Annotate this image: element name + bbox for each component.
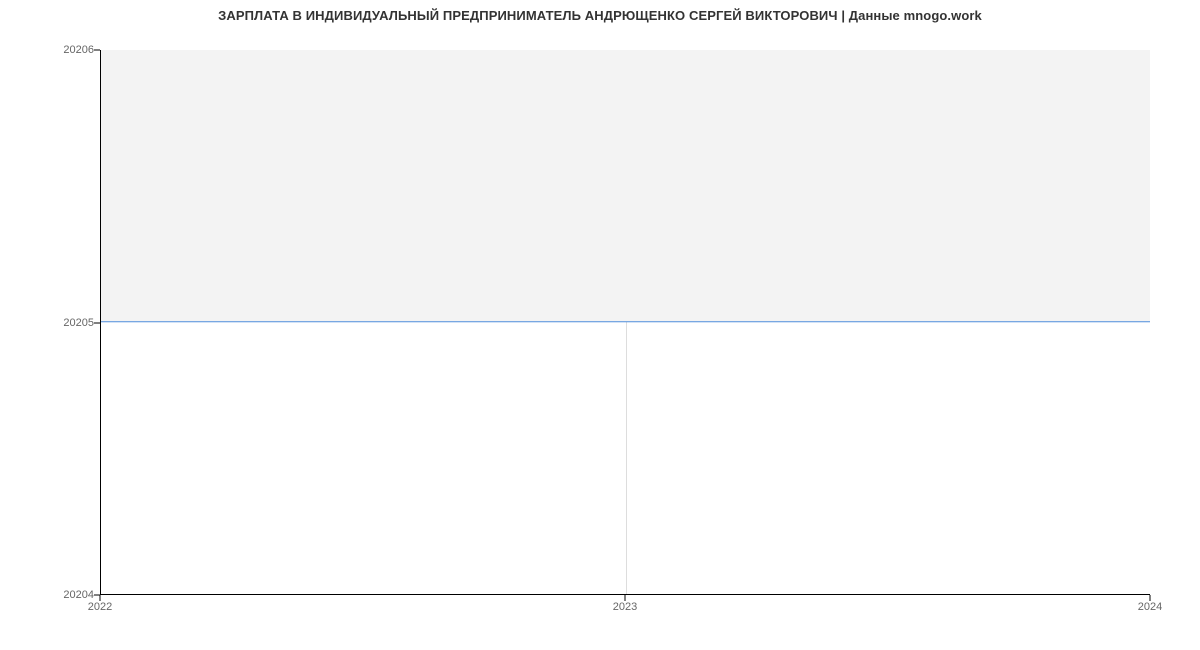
salary-chart: ЗАРПЛАТА В ИНДИВИДУАЛЬНЫЙ ПРЕДПРИНИМАТЕЛ… — [0, 0, 1200, 650]
x-tick-mark — [625, 595, 626, 601]
x-tick-label: 2024 — [1138, 601, 1162, 613]
x-tick-label: 2022 — [88, 601, 112, 613]
area-fill — [101, 50, 1150, 322]
plot-area — [100, 50, 1150, 595]
x-tick-mark — [100, 595, 101, 601]
x-tick-label: 2023 — [613, 601, 637, 613]
chart-title: ЗАРПЛАТА В ИНДИВИДУАЛЬНЫЙ ПРЕДПРИНИМАТЕЛ… — [0, 8, 1200, 23]
x-tick-mark — [1150, 595, 1151, 601]
y-tick-label: 20206 — [4, 44, 94, 56]
y-tick-label: 20204 — [4, 589, 94, 601]
data-line — [101, 321, 1150, 322]
y-tick-label: 20205 — [4, 317, 94, 329]
